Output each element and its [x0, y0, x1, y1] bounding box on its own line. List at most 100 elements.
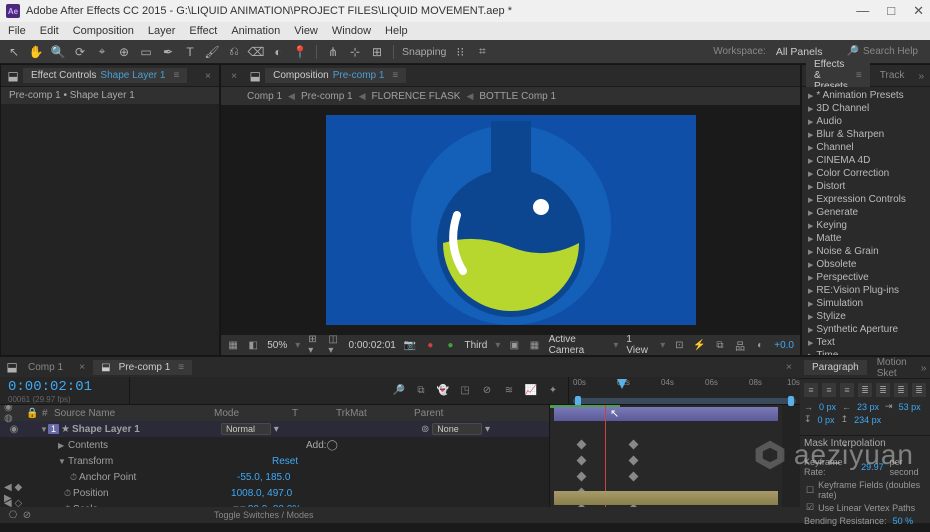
panel-overflow-icon[interactable]: »: [917, 362, 930, 374]
brainstorm-icon[interactable]: ✦: [546, 384, 560, 398]
keyframe-nav[interactable]: ◀ ◇ ▶: [4, 498, 24, 507]
menu-view[interactable]: View: [294, 25, 318, 37]
effect-category[interactable]: Audio: [806, 115, 926, 128]
indent-left[interactable]: 0 px: [819, 402, 836, 412]
menu-window[interactable]: Window: [332, 25, 371, 37]
track-area[interactable]: ↖: [550, 405, 782, 507]
space-after[interactable]: 234 px: [854, 415, 881, 425]
keyframe-icon[interactable]: [629, 440, 639, 450]
effect-category[interactable]: Obsolete: [806, 258, 926, 271]
justify-left-icon[interactable]: ≣: [858, 383, 872, 397]
tab-tracker[interactable]: Track: [872, 68, 913, 83]
prop-contents[interactable]: Contents: [66, 440, 226, 451]
menu-animation[interactable]: Animation: [231, 25, 280, 37]
effect-category[interactable]: CINEMA 4D: [806, 154, 926, 167]
effect-category[interactable]: Perspective: [806, 271, 926, 284]
flowchart-icon[interactable]: 品: [734, 338, 746, 352]
brush-tool-icon[interactable]: 🖌: [204, 44, 220, 60]
tab-precomp1[interactable]: ⬓Pre-comp 1≡: [93, 360, 192, 375]
justify-center-icon[interactable]: ≣: [876, 383, 890, 397]
exposure-reset-icon[interactable]: ◐: [754, 338, 766, 352]
shape-tool-icon[interactable]: ▭: [138, 44, 154, 60]
checkbox-kf-fields[interactable]: ☐: [806, 485, 814, 496]
effect-category[interactable]: Simulation: [806, 297, 926, 310]
effect-category[interactable]: Matte: [806, 232, 926, 245]
selection-tool-icon[interactable]: ↖: [6, 44, 22, 60]
justify-right-icon[interactable]: ≣: [894, 383, 908, 397]
keyframe-icon[interactable]: [577, 456, 587, 466]
snap-icon[interactable]: ⌗: [474, 44, 490, 60]
stopwatch-icon[interactable]: ⏱: [70, 472, 77, 483]
tab-close-icon[interactable]: ×: [75, 361, 89, 373]
keyframe-rate[interactable]: 29.97: [861, 462, 884, 472]
frameblend-icon[interactable]: ⊘: [480, 384, 494, 398]
effects-list[interactable]: * Animation Presets3D ChannelAudioBlur &…: [802, 87, 930, 355]
menu-layer[interactable]: Layer: [148, 25, 176, 37]
menu-effect[interactable]: Effect: [189, 25, 217, 37]
panel-nav-icon[interactable]: ×: [227, 70, 241, 82]
effect-category[interactable]: Noise & Grain: [806, 245, 926, 258]
axis-tool-icon[interactable]: ⋔: [325, 44, 341, 60]
effect-category[interactable]: * Animation Presets: [806, 89, 926, 102]
layer-bar-1[interactable]: [554, 407, 778, 421]
red-channel-icon[interactable]: ●: [424, 338, 436, 352]
menu-composition[interactable]: Composition: [73, 25, 134, 37]
tab-comp1[interactable]: Comp 1: [20, 360, 71, 375]
view-axis-icon[interactable]: ⊞: [369, 44, 385, 60]
panel-chevron-icon[interactable]: ⬓: [247, 68, 263, 84]
alpha-icon[interactable]: ▦: [227, 338, 239, 352]
panel-chevron-icon[interactable]: ⬓: [5, 68, 21, 84]
effect-category[interactable]: Synthetic Aperture: [806, 323, 926, 336]
effect-category[interactable]: Keying: [806, 219, 926, 232]
layer-name[interactable]: Shape Layer 1: [72, 424, 140, 435]
anchor-value[interactable]: -55.0, 185.0: [237, 472, 290, 483]
puppet-tool-icon[interactable]: 📍: [292, 44, 308, 60]
timeline-icon[interactable]: ⧉: [714, 338, 726, 352]
tab-menu-icon[interactable]: ≡: [173, 70, 179, 81]
effect-category[interactable]: Text: [806, 336, 926, 349]
rotate-tool-icon[interactable]: ⟳: [72, 44, 88, 60]
eraser-tool-icon[interactable]: ⌫: [248, 44, 264, 60]
indent-right[interactable]: 23 px: [857, 402, 879, 412]
workspace-dropdown[interactable]: All Panels: [776, 46, 823, 58]
toggle-switches-button[interactable]: Toggle Switches / Modes: [214, 510, 314, 520]
panel-chevron-icon[interactable]: ⬓: [4, 359, 20, 375]
search-layer-icon[interactable]: 🔎: [392, 384, 406, 398]
local-axis-icon[interactable]: ⊹: [347, 44, 363, 60]
mask-icon[interactable]: ◫ ▾: [328, 338, 340, 352]
effect-category[interactable]: RE:Vision Plug-ins: [806, 284, 926, 297]
roto-tool-icon[interactable]: ◐: [270, 44, 286, 60]
effect-category[interactable]: Color Correction: [806, 167, 926, 180]
timecode[interactable]: 0:00:02:01: [8, 379, 121, 395]
minimize-icon[interactable]: —: [856, 3, 869, 19]
space-before[interactable]: 0 px: [818, 415, 835, 425]
nav-precomp1[interactable]: Pre-comp 1: [301, 91, 353, 102]
work-area[interactable]: [573, 398, 796, 404]
pen-tool-icon[interactable]: ✒: [160, 44, 176, 60]
keyframe-icon[interactable]: [577, 472, 587, 482]
snapping-label[interactable]: Snapping: [402, 46, 446, 58]
panel-overflow-icon[interactable]: »: [914, 70, 928, 82]
close-icon[interactable]: ✕: [913, 3, 924, 19]
effect-category[interactable]: Channel: [806, 141, 926, 154]
shy-icon[interactable]: 👻: [436, 384, 450, 398]
frameblend-toggle-icon[interactable]: ⊘: [20, 508, 34, 522]
menu-help[interactable]: Help: [385, 25, 408, 37]
graph-icon[interactable]: 📈: [524, 384, 538, 398]
align-right-icon[interactable]: ≡: [840, 383, 854, 397]
views-dropdown[interactable]: 1 View: [626, 334, 652, 356]
time-ruler[interactable]: 00s 02s 04s 06s 08s 10s: [569, 377, 800, 391]
prop-transform[interactable]: Transform: [66, 456, 226, 467]
justify-all-icon[interactable]: ≣: [912, 383, 926, 397]
reset-link[interactable]: Reset: [272, 456, 298, 467]
zoom-tool-icon[interactable]: 🔍: [50, 44, 66, 60]
comp-mini-icon[interactable]: ⧉: [414, 384, 428, 398]
res-icon[interactable]: ◧: [247, 338, 259, 352]
draft3d-icon[interactable]: ◳: [458, 384, 472, 398]
visibility-icon[interactable]: ◉: [4, 424, 24, 435]
menu-edit[interactable]: Edit: [40, 25, 59, 37]
tab-close-icon[interactable]: ×: [782, 361, 796, 373]
effect-category[interactable]: 3D Channel: [806, 102, 926, 115]
effect-category[interactable]: Generate: [806, 206, 926, 219]
type-tool-icon[interactable]: T: [182, 44, 198, 60]
